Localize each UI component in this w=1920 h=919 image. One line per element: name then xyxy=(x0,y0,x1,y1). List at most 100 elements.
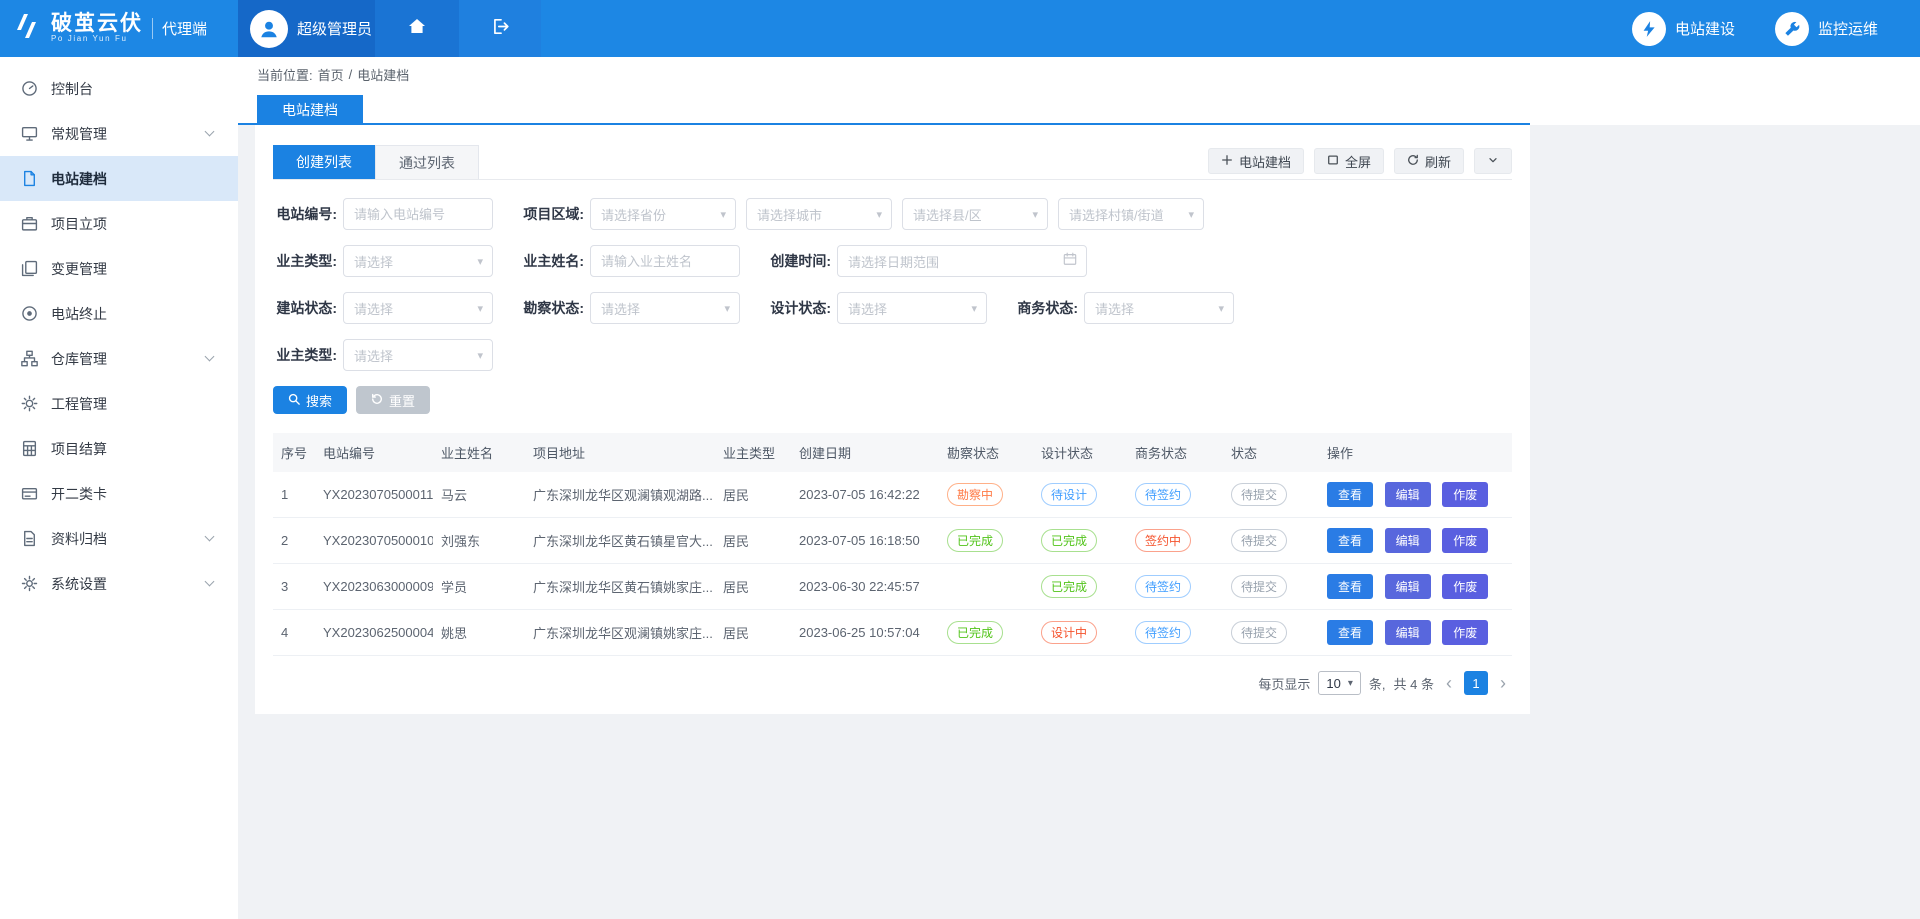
edit-button[interactable]: 编辑 xyxy=(1385,482,1431,507)
refresh-button[interactable]: 刷新 xyxy=(1394,148,1464,174)
tab-create-list[interactable]: 创建列表 xyxy=(273,145,375,179)
tab-passed-list[interactable]: 通过列表 xyxy=(375,145,479,179)
add-station-label: 电站建档 xyxy=(1239,152,1291,171)
per-page-select[interactable]: 10 ▾ xyxy=(1318,671,1361,695)
user-name: 超级管理员 xyxy=(297,18,372,39)
dashboard-icon xyxy=(21,80,38,97)
column-header: 项目地址 xyxy=(525,433,715,472)
nav-station-build-label: 电站建设 xyxy=(1675,18,1735,39)
sidebar-item-label: 开二类卡 xyxy=(51,484,107,504)
sidebar-item-general-mgmt[interactable]: 常规管理 xyxy=(0,111,238,156)
sidebar-item-station-termination[interactable]: 电站终止 xyxy=(0,291,238,336)
cell-owner-type: 居民 xyxy=(715,564,791,610)
prev-page-button[interactable]: ‹ xyxy=(1442,674,1456,692)
chevron-down-icon: ▾ xyxy=(724,302,730,315)
column-header: 序号 xyxy=(273,433,315,472)
sidebar-item-project-initiation[interactable]: 项目立项 xyxy=(0,201,238,246)
create-time-range-input[interactable]: 请选择日期范围 xyxy=(837,245,1087,277)
select-placeholder: 请选择 xyxy=(354,252,477,271)
home-button[interactable] xyxy=(375,0,459,57)
sidebar-item-console[interactable]: 控制台 xyxy=(0,66,238,111)
sidebar-item-data-archive[interactable]: 资料归档 xyxy=(0,516,238,561)
edit-button[interactable]: 编辑 xyxy=(1385,620,1431,645)
gear-icon xyxy=(21,395,38,412)
nav-monitor-ops[interactable]: 监控运维 xyxy=(1775,12,1878,46)
column-header: 业主类型 xyxy=(715,433,791,472)
user-menu[interactable]: 超级管理员 xyxy=(238,0,375,57)
void-button[interactable]: 作废 xyxy=(1442,482,1488,507)
chevron-down-icon: ▾ xyxy=(477,302,483,315)
town-select[interactable]: 请选择村镇/街道 ▾ xyxy=(1058,198,1204,230)
design-status-label: 设计状态: xyxy=(767,298,831,318)
logo-icon xyxy=(13,11,43,46)
chevron-down-icon: ▾ xyxy=(720,208,726,221)
next-page-button[interactable]: › xyxy=(1496,674,1510,692)
province-select[interactable]: 请选择省份 ▾ xyxy=(590,198,736,230)
owner-type2-select[interactable]: 请选择 ▾ xyxy=(343,339,493,371)
add-station-button[interactable]: 电站建档 xyxy=(1208,148,1304,174)
sidebar-item-warehouse-mgmt[interactable]: 仓库管理 xyxy=(0,336,238,381)
county-select[interactable]: 请选择县/区 ▾ xyxy=(902,198,1048,230)
sidebar-item-engineering-mgmt[interactable]: 工程管理 xyxy=(0,381,238,426)
business-status-select[interactable]: 请选择 ▾ xyxy=(1084,292,1234,324)
collapse-button[interactable] xyxy=(1474,148,1512,174)
date-placeholder: 请选择日期范围 xyxy=(848,252,1063,271)
cell-owner-type: 居民 xyxy=(715,472,791,518)
view-button[interactable]: 查看 xyxy=(1327,482,1373,507)
column-header: 操作 xyxy=(1319,433,1512,472)
breadcrumb-prefix: 当前位置: xyxy=(257,65,313,84)
city-select[interactable]: 请选择城市 ▾ xyxy=(746,198,892,230)
chevron-down-icon: ▾ xyxy=(971,302,977,315)
station-code-input[interactable] xyxy=(343,198,493,230)
chevron-down-icon xyxy=(205,532,215,542)
app-logo: 破茧云伏 Po Jian Yun Fu 代理端 xyxy=(0,0,238,57)
filter-form: 电站编号: 项目区域: 请选择省份 ▾ 请选择城市 ▾ 请选择县/区 xyxy=(273,180,1512,371)
reset-button[interactable]: 重置 xyxy=(356,386,430,414)
briefcase-icon xyxy=(21,215,38,232)
sidebar: 控制台 常规管理 电站建档 项目立项 变更管理 电站终止 xyxy=(0,57,238,919)
view-button[interactable]: 查看 xyxy=(1327,528,1373,553)
breadcrumb: 当前位置: 首页 / 电站建档 xyxy=(238,57,1920,91)
home-icon xyxy=(407,16,427,41)
sidebar-item-station-archive[interactable]: 电站建档 xyxy=(0,156,238,201)
total-count: 共 4 条 xyxy=(1394,674,1434,693)
sidebar-item-system-settings[interactable]: 系统设置 xyxy=(0,561,238,606)
chevron-down-icon xyxy=(205,352,215,362)
tab-station-archive[interactable]: 电站建档 xyxy=(257,95,363,125)
void-button[interactable]: 作废 xyxy=(1442,620,1488,645)
status-badge: 待提交 xyxy=(1231,529,1287,552)
owner-type-select[interactable]: 请选择 ▾ xyxy=(343,245,493,277)
survey-status-select[interactable]: 请选择 ▾ xyxy=(590,292,740,324)
table-row: 2 YX2023070500010 刘强东 广东深圳龙华区黄石镇星官大... 居… xyxy=(273,518,1512,564)
per-page-unit: 条, xyxy=(1369,674,1386,693)
column-header: 勘察状态 xyxy=(939,433,1033,472)
business-status-badge: 签约中 xyxy=(1135,529,1191,552)
current-page-button[interactable]: 1 xyxy=(1464,671,1488,695)
select-placeholder: 请选择 xyxy=(354,299,477,318)
void-button[interactable]: 作废 xyxy=(1442,528,1488,553)
owner-type-label: 业主类型: xyxy=(273,251,337,271)
breadcrumb-home[interactable]: 首页 xyxy=(318,65,344,84)
app-edition-label: 代理端 xyxy=(152,18,207,39)
sidebar-item-class2-card[interactable]: 开二类卡 xyxy=(0,471,238,516)
sidebar-item-project-settlement[interactable]: 项目结算 xyxy=(0,426,238,471)
view-button[interactable]: 查看 xyxy=(1327,620,1373,645)
logout-button[interactable] xyxy=(459,0,541,57)
lightning-icon xyxy=(1632,12,1666,46)
build-status-select[interactable]: 请选择 ▾ xyxy=(343,292,493,324)
select-placeholder: 请选择村镇/街道 xyxy=(1069,205,1188,224)
view-button[interactable]: 查看 xyxy=(1327,574,1373,599)
design-status-select[interactable]: 请选择 ▾ xyxy=(837,292,987,324)
cell-address: 广东深圳龙华区观澜镇姚家庄... xyxy=(525,610,715,656)
nav-station-build[interactable]: 电站建设 xyxy=(1632,12,1735,46)
fullscreen-button[interactable]: 全屏 xyxy=(1314,148,1384,174)
void-button[interactable]: 作废 xyxy=(1442,574,1488,599)
edit-button[interactable]: 编辑 xyxy=(1385,574,1431,599)
search-button[interactable]: 搜索 xyxy=(273,386,347,414)
owner-name-input[interactable] xyxy=(590,245,740,277)
cell-create-date: 2023-06-30 22:45:57 xyxy=(791,564,939,610)
cell-owner-type: 居民 xyxy=(715,610,791,656)
edit-button[interactable]: 编辑 xyxy=(1385,528,1431,553)
sidebar-item-change-mgmt[interactable]: 变更管理 xyxy=(0,246,238,291)
refresh-label: 刷新 xyxy=(1425,152,1451,171)
